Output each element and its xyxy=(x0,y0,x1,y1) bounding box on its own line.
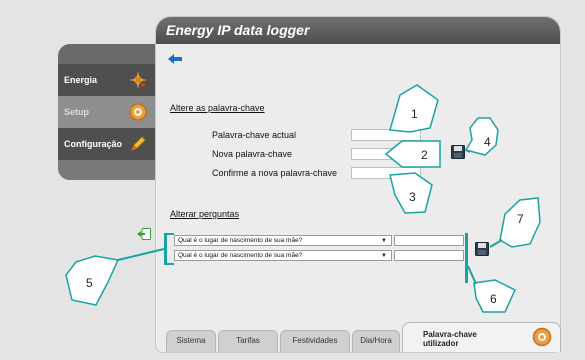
tab-dia-hora[interactable]: Dia/Hora xyxy=(352,330,400,352)
callout-4-number: 4 xyxy=(484,135,491,149)
callout-2 xyxy=(384,140,441,168)
tab-sistema[interactable]: Sistema xyxy=(166,330,216,352)
callout-5-number: 5 xyxy=(86,276,93,290)
callout-7-number: 7 xyxy=(517,212,524,226)
bottom-tab-bar: Sistema Tarifas Festividades Dia/Hora Pa… xyxy=(166,322,561,352)
callout-6-leader xyxy=(467,265,477,285)
tab-palavra-chave-utilizador[interactable]: Palavra-chave utilizador xyxy=(402,322,561,352)
callout-1-number: 1 xyxy=(411,107,418,121)
callout-7-leader xyxy=(489,239,503,248)
callout-4 xyxy=(464,117,499,156)
callout-overlay xyxy=(65,84,541,313)
tab-tarifas[interactable]: Tarifas xyxy=(218,330,278,352)
tab-palavra-chave-label: Palavra-chave utilizador xyxy=(423,330,477,348)
tab-festividades[interactable]: Festividades xyxy=(280,330,350,352)
gear-icon xyxy=(532,327,552,347)
callout-3-number: 3 xyxy=(409,190,416,204)
callout-6-number: 6 xyxy=(490,292,497,306)
callout-2-number: 2 xyxy=(421,148,428,162)
callout-5-leader xyxy=(117,248,165,261)
